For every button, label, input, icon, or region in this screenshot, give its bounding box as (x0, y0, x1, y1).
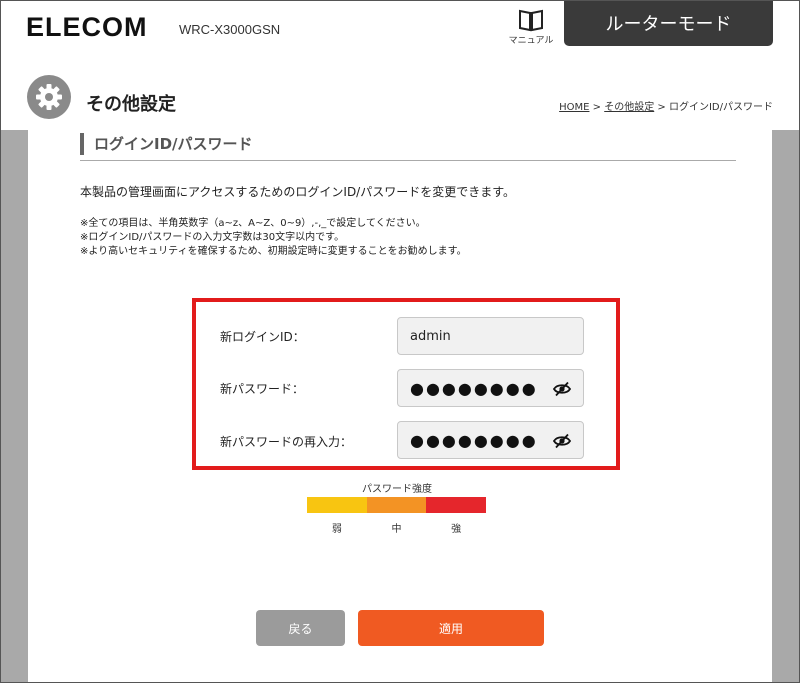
new-password-input[interactable]: ●●●●●●●● (397, 369, 584, 407)
eye-slash-icon[interactable] (553, 381, 571, 397)
elecom-logo: ELECOM (26, 12, 148, 42)
login-id-input[interactable]: admin (397, 317, 584, 355)
strength-level-strong: 強 (451, 524, 462, 535)
breadcrumb-separator: > (589, 102, 605, 113)
password-strength-levels: 弱 中 強 (307, 520, 486, 535)
left-margin-band (0, 130, 28, 683)
confirm-password-value: ●●●●●●●● (410, 430, 538, 450)
model-name: WRC-X3000GSN (179, 22, 281, 37)
new-password-label: 新パスワード： (220, 382, 305, 396)
strength-segment-medium (366, 497, 427, 513)
new-password-value: ●●●●●●●● (410, 378, 538, 398)
breadcrumb-home[interactable]: HOME (559, 102, 589, 113)
strength-segment-weak (307, 497, 367, 513)
password-strength-label: パスワード強度 (362, 484, 432, 495)
settings-badge (27, 75, 71, 119)
page-title-row: その他設定 HOME > その他設定 > ログインID/パスワード (0, 64, 800, 130)
manual-link[interactable]: マニュアル (506, 8, 556, 46)
breadcrumb: HOME > その他設定 > ログインID/パスワード (559, 98, 773, 113)
router-mode-button[interactable]: ルーターモード (564, 0, 773, 46)
back-button[interactable]: 戻る (256, 610, 345, 646)
login-id-value: admin (410, 328, 451, 344)
section-heading: ログインID/パスワード (80, 133, 253, 155)
right-margin-band (772, 130, 800, 683)
book-icon (519, 9, 543, 32)
apply-button[interactable]: 適用 (358, 610, 544, 646)
gear-icon (36, 84, 62, 110)
strength-level-weak: 弱 (331, 524, 342, 535)
eye-slash-icon[interactable] (553, 433, 571, 449)
credential-form: 新ログインID： admin 新パスワード： ●●●●●●●● 新パスワードの再… (192, 298, 620, 470)
confirm-password-label: 新パスワードの再入力： (220, 435, 353, 449)
section-description: 本製品の管理画面にアクセスするためのログインID/パスワードを変更できます。 (80, 185, 516, 199)
manual-label: マニュアル (508, 36, 554, 46)
strength-level-medium: 中 (391, 524, 402, 535)
breadcrumb-current: ログインID/パスワード (668, 102, 773, 113)
confirm-password-input[interactable]: ●●●●●●●● (397, 421, 584, 459)
strength-segment-strong (426, 497, 487, 513)
password-strength-bar (307, 497, 487, 513)
app-header: ELECOM WRC-X3000GSN マニュアル ルーターモード (0, 0, 800, 56)
page-title: その他設定 (86, 94, 176, 115)
breadcrumb-separator: > (654, 102, 669, 113)
login-id-label: 新ログインID： (220, 330, 305, 344)
breadcrumb-parent[interactable]: その他設定 (604, 102, 654, 113)
section-divider (80, 160, 736, 161)
note-line: ※全ての項目は、半角英数字（a~z、A~Z、0~9）,-,_で設定してください。 (80, 218, 426, 229)
section-notes: ※全ての項目は、半角英数字（a~z、A~Z、0~9）,-,_で設定してください。… (80, 217, 467, 259)
note-line: ※より高いセキュリティを確保するため、初期設定時に変更することをお勧めします。 (80, 246, 467, 257)
note-line: ※ログインID/パスワードの入力文字数は30文字以内です。 (80, 232, 345, 243)
